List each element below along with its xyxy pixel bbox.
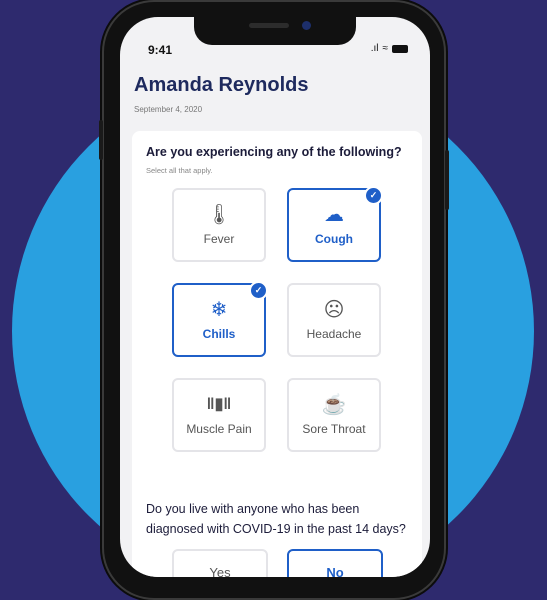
symptom-option-label: Sore Throat xyxy=(302,422,366,436)
question-subtitle: Select all that apply. xyxy=(146,166,213,175)
symptom-option-headache[interactable]: ☹ Headache xyxy=(287,283,381,357)
checkmark-icon: ✓ xyxy=(364,186,383,205)
sad-face-icon: ☹ xyxy=(323,299,345,321)
speaker-grille xyxy=(249,23,289,28)
symptom-option-label: Muscle Pain xyxy=(186,422,252,436)
signal-icon: .ıl xyxy=(370,43,379,54)
symptom-option-label: Fever xyxy=(203,232,235,246)
symptom-option-label: Chills xyxy=(202,327,236,341)
question2-title: Do you live with anyone who has been dia… xyxy=(146,502,406,536)
answer-no-button[interactable]: No xyxy=(287,549,383,577)
checkmark-icon: ✓ xyxy=(249,281,268,300)
dumbbell-icon: ‖▮‖ xyxy=(206,396,232,413)
hot-drink-icon: ☕ xyxy=(321,394,347,416)
symptom-option-label: Headache xyxy=(306,327,362,341)
thermometer-icon: 🌡 xyxy=(206,204,232,226)
symptom-option-cough[interactable]: ✓ ☁ Cough xyxy=(287,186,383,262)
status-time: 9:41 xyxy=(148,43,173,57)
date: September 4, 2020 xyxy=(134,105,203,114)
front-camera xyxy=(302,21,311,30)
symptom-option-fever[interactable]: 🌡 Fever xyxy=(172,188,266,262)
side-button-right xyxy=(445,150,449,210)
notch xyxy=(194,17,356,45)
snowflake-icon: ❄ xyxy=(210,299,228,321)
question-title: Are you experiencing any of the followin… xyxy=(146,145,402,159)
status-icons: .ıl ≈ xyxy=(371,44,408,54)
cough-icon: ☁ xyxy=(324,204,344,226)
symptom-option-sore-throat[interactable]: ☕ Sore Throat xyxy=(287,378,381,452)
side-button-left xyxy=(99,120,103,160)
symptom-card: Are you experiencing any of the followin… xyxy=(132,131,422,577)
battery-icon xyxy=(392,45,408,53)
symptom-option-label: Cough xyxy=(315,232,353,246)
user-name: Amanda Reynolds xyxy=(134,74,309,96)
wifi-icon: ≈ xyxy=(382,43,389,54)
symptom-option-chills[interactable]: ✓ ❄ Chills xyxy=(172,281,268,357)
answer-yes-button[interactable]: Yes xyxy=(172,549,268,577)
symptom-option-muscle-pain[interactable]: ‖▮‖ Muscle Pain xyxy=(172,378,266,452)
phone-screen: 9:41 .ıl ≈ Amanda Reynolds September 4, … xyxy=(120,17,430,577)
